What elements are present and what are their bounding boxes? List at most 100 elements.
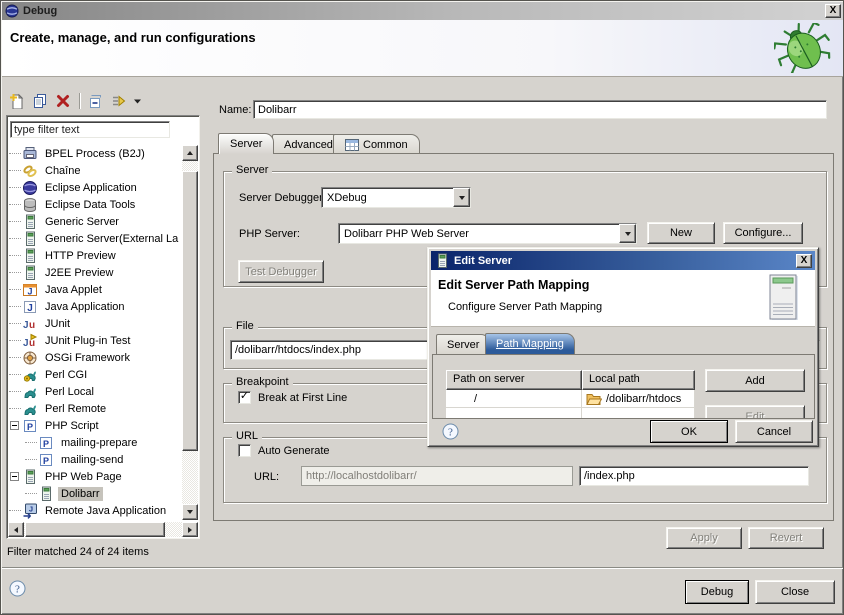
svg-text:P: P bbox=[43, 456, 49, 466]
auto-generate-checkbox[interactable] bbox=[238, 444, 251, 457]
tree-item-dolibarr[interactable]: Dolibarr bbox=[9, 485, 182, 502]
edit-server-close-button[interactable]: X bbox=[796, 254, 812, 268]
tree-item-label: J2EE Preview bbox=[42, 266, 116, 280]
php-icon: P bbox=[38, 452, 54, 468]
folder-open-icon bbox=[586, 392, 602, 405]
tree-horizontal-scrollbar[interactable] bbox=[8, 522, 198, 537]
dialog-help-icon[interactable]: ? bbox=[442, 423, 459, 440]
tree-item-http-preview[interactable]: HTTP Preview bbox=[9, 247, 182, 264]
test-debugger-button[interactable]: Test Debugger bbox=[238, 260, 324, 283]
menu-dropdown-icon bbox=[133, 93, 143, 109]
filter-status-text: Filter matched 24 of 24 items bbox=[7, 546, 149, 558]
php-server-label: PHP Server: bbox=[239, 228, 300, 240]
edit-mapping-button[interactable]: Edit bbox=[705, 405, 805, 419]
dialog-tab-path-mapping[interactable]: Path Mapping bbox=[485, 333, 575, 354]
php-server-combo[interactable]: Dolibarr PHP Web Server bbox=[338, 223, 637, 244]
tree-vertical-scrollbar[interactable] bbox=[182, 145, 198, 520]
column-header-path-on-server[interactable]: Path on server bbox=[446, 370, 582, 390]
tree-item-label: HTTP Preview bbox=[42, 249, 119, 263]
tree-item-generic-server-external-la[interactable]: Generic Server(External La bbox=[9, 230, 182, 247]
svg-text:J: J bbox=[27, 303, 33, 314]
edit-server-titlebar[interactable]: Edit Server X bbox=[431, 251, 815, 270]
tab-server[interactable]: Server bbox=[218, 133, 274, 154]
dialog-tab-server[interactable]: Server bbox=[436, 334, 490, 354]
scroll-down-button[interactable] bbox=[182, 504, 198, 520]
tree-item-php-script[interactable]: PPHP Script bbox=[9, 417, 182, 434]
scroll-up-button[interactable] bbox=[182, 145, 198, 161]
tree-item-perl-cgi[interactable]: Perl CGI bbox=[9, 366, 182, 383]
scroll-left-button[interactable] bbox=[8, 522, 24, 537]
tree-item-mailing-prepare[interactable]: Pmailing-prepare bbox=[9, 434, 182, 451]
edit-server-dialog: Edit Server X Edit Server Path Mapping C… bbox=[427, 247, 819, 447]
window-close-button[interactable]: X bbox=[825, 4, 841, 18]
delete-button[interactable] bbox=[53, 92, 73, 110]
horizontal-scroll-thumb[interactable] bbox=[25, 522, 165, 537]
tree-item-php-web-page[interactable]: PHP Web Page bbox=[9, 468, 182, 485]
mapping-row[interactable]: //dolibarr/htdocs bbox=[446, 390, 695, 408]
tree-item-bpel-process-b2j[interactable]: BPEL Process (B2J) bbox=[9, 145, 182, 162]
combo-arrow-icon[interactable] bbox=[453, 188, 470, 207]
tab-server-label: Server bbox=[230, 138, 262, 150]
tree-item-perl-local[interactable]: Perl Local bbox=[9, 383, 182, 400]
debug-button[interactable]: Debug bbox=[685, 580, 749, 604]
configure-server-button[interactable]: Configure... bbox=[723, 222, 803, 244]
name-input[interactable] bbox=[253, 100, 827, 119]
php-icon: P bbox=[38, 435, 54, 451]
tree-item-java-application[interactable]: JJava Application bbox=[9, 298, 182, 315]
tab-common-label: Common bbox=[363, 139, 408, 151]
tree-item-osgi-framework[interactable]: OSGi Framework bbox=[9, 349, 182, 366]
configurations-panel: BPEL Process (B2J)ChaîneEclipse Applicat… bbox=[6, 115, 200, 539]
tree-item-remote-java-application[interactable]: JRemote Java Application bbox=[9, 502, 182, 519]
scroll-right-button[interactable] bbox=[182, 522, 198, 537]
close-button[interactable]: Close bbox=[755, 580, 835, 604]
delete-icon bbox=[55, 93, 71, 109]
tree-item-label: JUnit bbox=[42, 317, 73, 331]
tree-item-j2ee-preview[interactable]: J2EE Preview bbox=[9, 264, 182, 281]
server-debugger-combo[interactable]: XDebug bbox=[321, 187, 471, 208]
tree-item-generic-server[interactable]: Generic Server bbox=[9, 213, 182, 230]
collapse-expander-icon[interactable] bbox=[10, 472, 19, 481]
url-path-input[interactable] bbox=[579, 466, 809, 486]
collapse-expander-icon[interactable] bbox=[10, 421, 19, 430]
server-debugger-label: Server Debugger: bbox=[239, 192, 326, 204]
window-titlebar[interactable]: Debug X bbox=[2, 2, 844, 20]
filter-input[interactable] bbox=[10, 121, 170, 138]
tab-common[interactable]: Common bbox=[333, 134, 420, 154]
filter-button[interactable] bbox=[109, 92, 129, 110]
break-first-line-label: Break at First Line bbox=[258, 392, 347, 404]
svg-text:u: u bbox=[29, 338, 35, 349]
bpel-icon bbox=[22, 146, 38, 162]
break-first-line-checkbox[interactable] bbox=[238, 391, 251, 404]
collapse-all-button[interactable] bbox=[86, 92, 106, 110]
tree-item-label: mailing-send bbox=[58, 453, 126, 467]
menu-dropdown-button[interactable] bbox=[132, 92, 144, 110]
new-config-button[interactable] bbox=[7, 92, 27, 110]
new-server-button[interactable]: New bbox=[647, 222, 715, 244]
tree-item-java-applet[interactable]: JJava Applet bbox=[9, 281, 182, 298]
add-mapping-button[interactable]: Add bbox=[705, 369, 805, 392]
database-icon bbox=[22, 197, 38, 213]
combo-arrow-icon[interactable] bbox=[619, 224, 636, 243]
tree-item-eclipse-application[interactable]: Eclipse Application bbox=[9, 179, 182, 196]
apply-button[interactable]: Apply bbox=[666, 527, 742, 549]
tree-item-junit[interactable]: Ju JUnit bbox=[9, 315, 182, 332]
tree-toolbar bbox=[7, 91, 144, 111]
junit-icon: Ju bbox=[22, 316, 38, 332]
revert-button[interactable]: Revert bbox=[748, 527, 824, 549]
duplicate-button[interactable] bbox=[30, 92, 50, 110]
tree-item-junit-plug-in-test[interactable]: JuJUnit Plug-in Test bbox=[9, 332, 182, 349]
tree-item-label: Eclipse Data Tools bbox=[42, 198, 138, 212]
server-group-label: Server bbox=[232, 164, 272, 176]
tree-item-mailing-send[interactable]: Pmailing-send bbox=[9, 451, 182, 468]
cancel-button[interactable]: Cancel bbox=[735, 420, 813, 443]
tree-item-label: Perl Local bbox=[42, 385, 97, 399]
tree-item-eclipse-data-tools[interactable]: Eclipse Data Tools bbox=[9, 196, 182, 213]
column-header-local-path[interactable]: Local path bbox=[582, 370, 695, 390]
eclipse-icon bbox=[5, 4, 19, 18]
tree-item-perl-remote[interactable]: Perl Remote bbox=[9, 400, 182, 417]
debug-bug-icon bbox=[774, 23, 832, 73]
vertical-scroll-thumb[interactable] bbox=[182, 171, 198, 451]
tree-item-cha-ne[interactable]: Chaîne bbox=[9, 162, 182, 179]
help-icon[interactable]: ? bbox=[9, 580, 26, 597]
ok-button[interactable]: OK bbox=[650, 420, 728, 443]
